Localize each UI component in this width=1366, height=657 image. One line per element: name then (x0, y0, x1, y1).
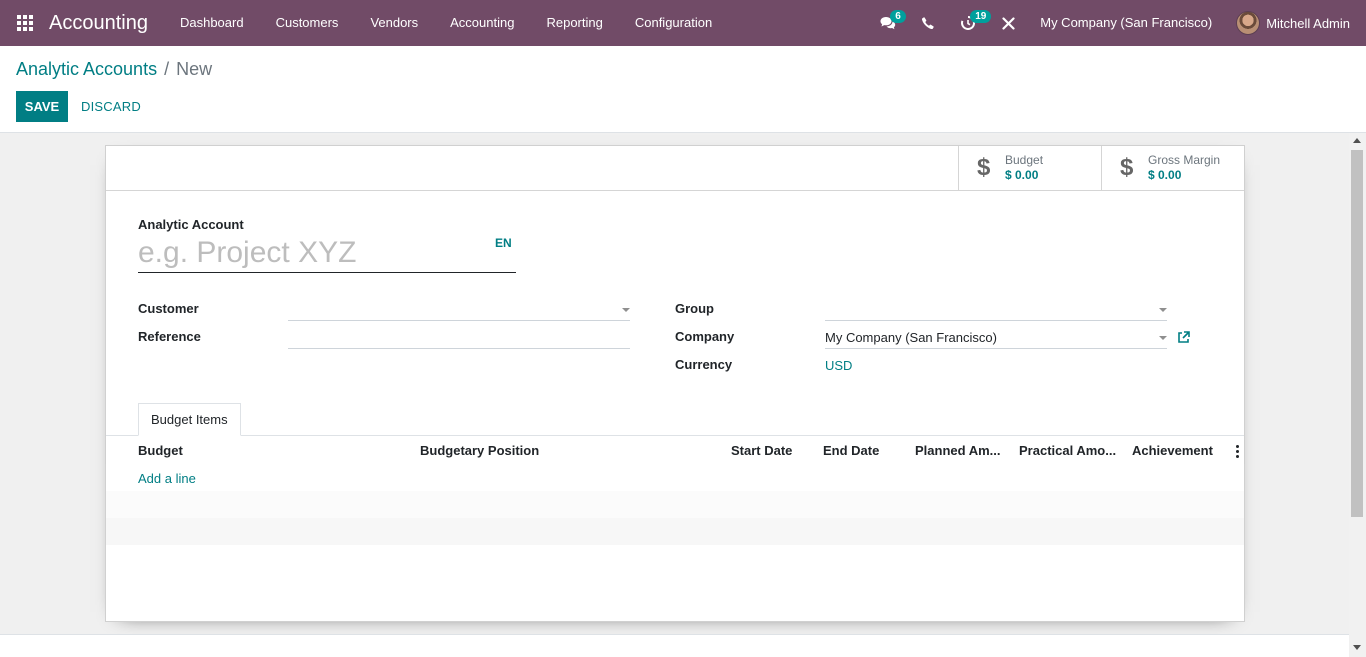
menu-item-reporting[interactable]: Reporting (530, 0, 618, 46)
gross-margin-stat-value: $ 0.00 (1148, 168, 1182, 182)
customer-field[interactable] (288, 299, 630, 321)
messages-button[interactable]: 6 (868, 0, 908, 46)
scroll-down-icon[interactable] (1353, 645, 1361, 650)
company-label: Company (675, 329, 735, 344)
column-header-budgetary-position[interactable]: Budgetary Position (420, 443, 539, 458)
breadcrumb-current: New (176, 59, 213, 79)
apps-grid-icon[interactable] (0, 0, 49, 46)
list-item (106, 491, 1244, 518)
menu-item-configuration[interactable]: Configuration (619, 0, 728, 46)
caret-down-icon[interactable] (1159, 308, 1167, 312)
top-navbar: Accounting Dashboard Customers Vendors A… (0, 0, 1366, 46)
menu-item-customers[interactable]: Customers (260, 0, 355, 46)
column-header-achievement[interactable]: Achievement (1132, 443, 1213, 458)
group-field[interactable] (825, 299, 1167, 321)
avatar (1236, 11, 1261, 35)
menu-item-vendors[interactable]: Vendors (354, 0, 434, 46)
budget-lines-header: Budget Budgetary Position Start Date End… (106, 436, 1244, 464)
currency-value-link[interactable]: USD (825, 358, 852, 373)
language-button[interactable]: EN (495, 236, 512, 250)
gross-margin-stat-label: Gross Margin (1148, 153, 1221, 167)
form-sheet: $ Budget $ 0.00 $ Gross Margin $ 0.00 An… (105, 145, 1245, 622)
chatter-area (0, 634, 1349, 657)
control-panel: Analytic Accounts / New SAVE DISCARD (0, 46, 1366, 133)
app-title[interactable]: Accounting (49, 12, 148, 35)
dollar-icon: $ (977, 154, 991, 181)
user-menu[interactable]: Mitchell Admin (1236, 11, 1366, 35)
main-menu: Dashboard Customers Vendors Accounting R… (164, 0, 728, 46)
gross-margin-stat-button[interactable]: $ Gross Margin $ 0.00 (1101, 146, 1244, 190)
account-name-input[interactable] (138, 233, 516, 273)
user-name: Mitchell Admin (1266, 15, 1350, 31)
menu-item-accounting[interactable]: Accounting (434, 0, 530, 46)
stat-button-box: $ Budget $ 0.00 $ Gross Margin $ 0.00 (958, 146, 1244, 190)
scrollbar-thumb[interactable] (1351, 150, 1363, 517)
breadcrumb-parent-link[interactable]: Analytic Accounts (16, 59, 157, 79)
caret-down-icon[interactable] (1159, 336, 1167, 340)
divider (106, 190, 1244, 191)
list-item (106, 464, 1244, 491)
caret-down-icon[interactable] (622, 308, 630, 312)
discard-button[interactable]: DISCARD (73, 91, 149, 122)
reference-label: Reference (138, 329, 201, 344)
external-link-icon[interactable] (1177, 331, 1190, 344)
tab-budget-items[interactable]: Budget Items (138, 403, 241, 436)
save-button[interactable]: SAVE (16, 91, 68, 122)
customer-label: Customer (138, 301, 199, 316)
column-header-start-date[interactable]: Start Date (731, 443, 792, 458)
column-header-planned-amount[interactable]: Planned Am... (915, 443, 1000, 458)
messages-count-badge: 6 (890, 10, 906, 23)
reference-field[interactable] (288, 327, 630, 349)
breadcrumb-separator: / (164, 59, 170, 79)
column-header-budget[interactable]: Budget (138, 443, 183, 458)
vertical-scrollbar[interactable] (1349, 133, 1366, 657)
column-header-end-date[interactable]: End Date (823, 443, 879, 458)
budget-stat-value: $ 0.00 (1005, 168, 1039, 182)
activities-button[interactable]: 19 (948, 0, 992, 46)
optional-columns-icon[interactable] (1236, 445, 1239, 458)
column-header-practical-amount[interactable]: Practical Amo... (1019, 443, 1116, 458)
budget-stat-label: Budget (1005, 153, 1044, 167)
scroll-up-icon[interactable] (1353, 138, 1361, 143)
list-item (106, 518, 1244, 545)
menu-item-dashboard[interactable]: Dashboard (164, 0, 260, 46)
analytic-account-label: Analytic Account (138, 217, 244, 232)
debug-tools-button[interactable] (988, 0, 1028, 46)
tools-icon (1002, 16, 1015, 30)
add-line-link[interactable]: Add a line (138, 471, 196, 486)
budget-stat-button[interactable]: $ Budget $ 0.00 (958, 146, 1101, 190)
company-field[interactable] (825, 327, 1167, 349)
phone-button[interactable] (908, 0, 948, 46)
company-switcher[interactable]: My Company (San Francisco) (1028, 0, 1236, 46)
phone-icon (922, 17, 934, 29)
group-label: Group (675, 301, 714, 316)
dollar-icon: $ (1120, 154, 1134, 181)
breadcrumb: Analytic Accounts / New (16, 59, 212, 80)
currency-label: Currency (675, 357, 733, 372)
